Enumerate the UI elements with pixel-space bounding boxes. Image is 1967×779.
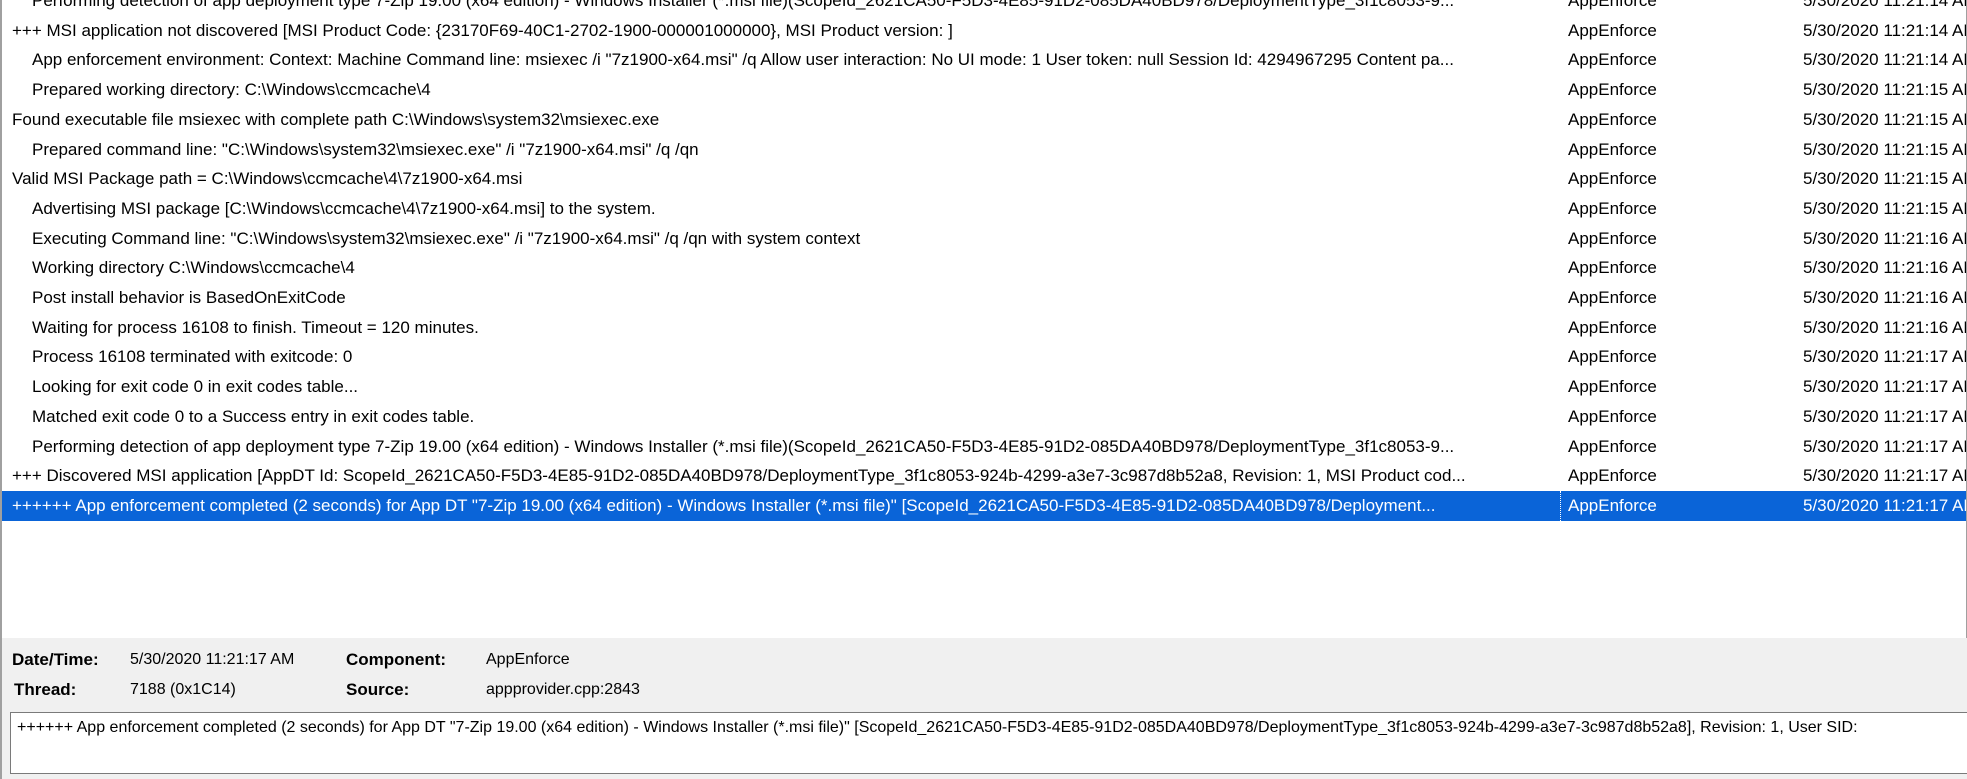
log-row[interactable]: Waiting for process 16108 to finish. Tim…: [2, 313, 1967, 343]
log-datetime: 5/30/2020 11:21:15 AM: [1803, 198, 1967, 218]
datetime-value: 5/30/2020 11:21:17 AM: [130, 651, 295, 668]
log-row[interactable]: Advertising MSI package [C:\Windows\ccmc…: [2, 194, 1967, 224]
log-datetime: 5/30/2020 11:21:15 AM: [1803, 139, 1967, 159]
thread-value: 7188 (0x1C14): [130, 681, 236, 698]
log-row[interactable]: +++ MSI application not discovered [MSI …: [2, 16, 1967, 46]
component-value: AppEnforce: [486, 651, 570, 668]
log-component: AppEnforce: [1568, 495, 1657, 515]
log-message: App enforcement environment: Context: Ma…: [32, 50, 1454, 70]
log-message: Working directory C:\Windows\ccmcache\4: [32, 258, 355, 278]
log-datetime: 5/30/2020 11:21:15 AM: [1803, 109, 1967, 129]
source-value: appprovider.cpp:2843: [486, 681, 640, 698]
log-message: Post install behavior is BasedOnExitCode: [32, 288, 346, 307]
log-datetime: 5/30/2020 11:21:16 AM: [1803, 228, 1967, 248]
log-row[interactable]: Prepared command line: "C:\Windows\syste…: [2, 135, 1967, 165]
log-component: AppEnforce: [1568, 377, 1657, 397]
log-component: AppEnforce: [1568, 258, 1657, 278]
log-message: Prepared command line: "C:\Windows\syste…: [32, 139, 699, 159]
log-datetime: 5/30/2020 11:21:17 AM: [1803, 466, 1967, 486]
source-label: Source:: [346, 680, 410, 699]
log-row[interactable]: Post install behavior is BasedOnExitCode…: [2, 283, 1967, 313]
log-component: AppEnforce: [1568, 347, 1657, 367]
log-component: AppEnforce: [1568, 466, 1657, 486]
log-datetime: 5/30/2020 11:21:15 AM: [1803, 169, 1967, 189]
log-row[interactable]: Looking for exit code 0 in exit codes ta…: [2, 372, 1967, 402]
log-datetime: 5/30/2020 11:21:16 AM: [1803, 288, 1967, 307]
log-message: Valid MSI Package path = C:\Windows\ccmc…: [12, 169, 523, 189]
log-datetime: 5/30/2020 11:21:17 AM: [1803, 495, 1967, 515]
details-pane: Date/Time: 5/30/2020 11:21:17 AM Compone…: [0, 638, 1967, 779]
log-message: Prepared working directory: C:\Windows\c…: [32, 80, 431, 100]
log-list[interactable]: Performing detection of app deployment t…: [0, 0, 1967, 638]
log-message: Performing detection of app deployment t…: [32, 436, 1455, 456]
log-datetime: 5/30/2020 11:21:17 AM: [1803, 436, 1967, 456]
log-component: AppEnforce: [1568, 139, 1657, 159]
log-datetime: 5/30/2020 11:21:17 AM: [1803, 347, 1967, 367]
log-component: AppEnforce: [1568, 406, 1657, 426]
log-component: AppEnforce: [1568, 0, 1657, 10]
log-message: Waiting for process 16108 to finish. Tim…: [32, 317, 479, 337]
thread-label: Thread:: [14, 680, 77, 699]
log-message: Found executable file msiexec with compl…: [12, 109, 660, 129]
log-message: +++ MSI application not discovered [MSI …: [12, 20, 953, 40]
log-message: Executing Command line: "C:\Windows\syst…: [32, 228, 861, 248]
log-component: AppEnforce: [1568, 80, 1657, 100]
log-message: ++++++ App enforcement completed (2 seco…: [12, 490, 1561, 521]
log-datetime: 5/30/2020 11:21:14 AM: [1803, 20, 1967, 40]
log-row[interactable]: Executing Command line: "C:\Windows\syst…: [2, 224, 1967, 254]
log-row[interactable]: Working directory C:\Windows\ccmcache\4 A…: [2, 253, 1967, 283]
log-datetime: 5/30/2020 11:21:14 AM: [1803, 50, 1967, 70]
datetime-label: Date/Time:: [12, 650, 99, 669]
log-row[interactable]: Matched exit code 0 to a Success entry i…: [2, 402, 1967, 432]
log-message: Looking for exit code 0 in exit codes ta…: [32, 377, 359, 397]
log-message: Process 16108 terminated with exitcode: …: [32, 347, 353, 367]
log-datetime: 5/30/2020 11:21:16 AM: [1803, 317, 1967, 337]
log-component: AppEnforce: [1568, 228, 1657, 248]
log-datetime: 5/30/2020 11:21:17 AM: [1803, 406, 1967, 426]
log-component: AppEnforce: [1568, 317, 1657, 337]
log-component: AppEnforce: [1568, 288, 1657, 307]
log-message: Matched exit code 0 to a Success entry i…: [32, 406, 475, 426]
log-component: AppEnforce: [1568, 109, 1657, 129]
log-row[interactable]: ++++++ App enforcement completed (2 seco…: [2, 490, 1967, 521]
log-row[interactable]: +++ Discovered MSI application [AppDT Id…: [2, 461, 1967, 491]
log-message: Performing detection of app deployment t…: [32, 0, 1455, 10]
log-component: AppEnforce: [1568, 169, 1657, 189]
log-message: +++ Discovered MSI application [AppDT Id…: [12, 466, 1466, 486]
log-row[interactable]: Valid MSI Package path = C:\Windows\ccmc…: [2, 164, 1967, 194]
log-row[interactable]: Prepared working directory: C:\Windows\c…: [2, 75, 1967, 105]
log-component: AppEnforce: [1568, 436, 1657, 456]
log-datetime: 5/30/2020 11:21:14 AM: [1803, 0, 1967, 10]
component-label: Component:: [346, 650, 447, 669]
log-component: AppEnforce: [1568, 198, 1657, 218]
log-datetime: 5/30/2020 11:21:17 AM: [1803, 377, 1967, 397]
log-row[interactable]: Found executable file msiexec with compl…: [2, 105, 1967, 135]
log-row[interactable]: Performing detection of app deployment t…: [2, 0, 1967, 16]
log-row[interactable]: App enforcement environment: Context: Ma…: [2, 45, 1967, 75]
log-component: AppEnforce: [1568, 50, 1657, 70]
log-row[interactable]: Performing detection of app deployment t…: [2, 432, 1967, 462]
log-message: Advertising MSI package [C:\Windows\ccmc…: [32, 198, 656, 218]
log-row[interactable]: Process 16108 terminated with exitcode: …: [2, 342, 1967, 372]
log-component: AppEnforce: [1568, 20, 1657, 40]
log-datetime: 5/30/2020 11:21:15 AM: [1803, 80, 1967, 100]
log-datetime: 5/30/2020 11:21:16 AM: [1803, 258, 1967, 278]
detail-message-box[interactable]: ++++++ App enforcement completed (2 seco…: [10, 712, 1967, 774]
